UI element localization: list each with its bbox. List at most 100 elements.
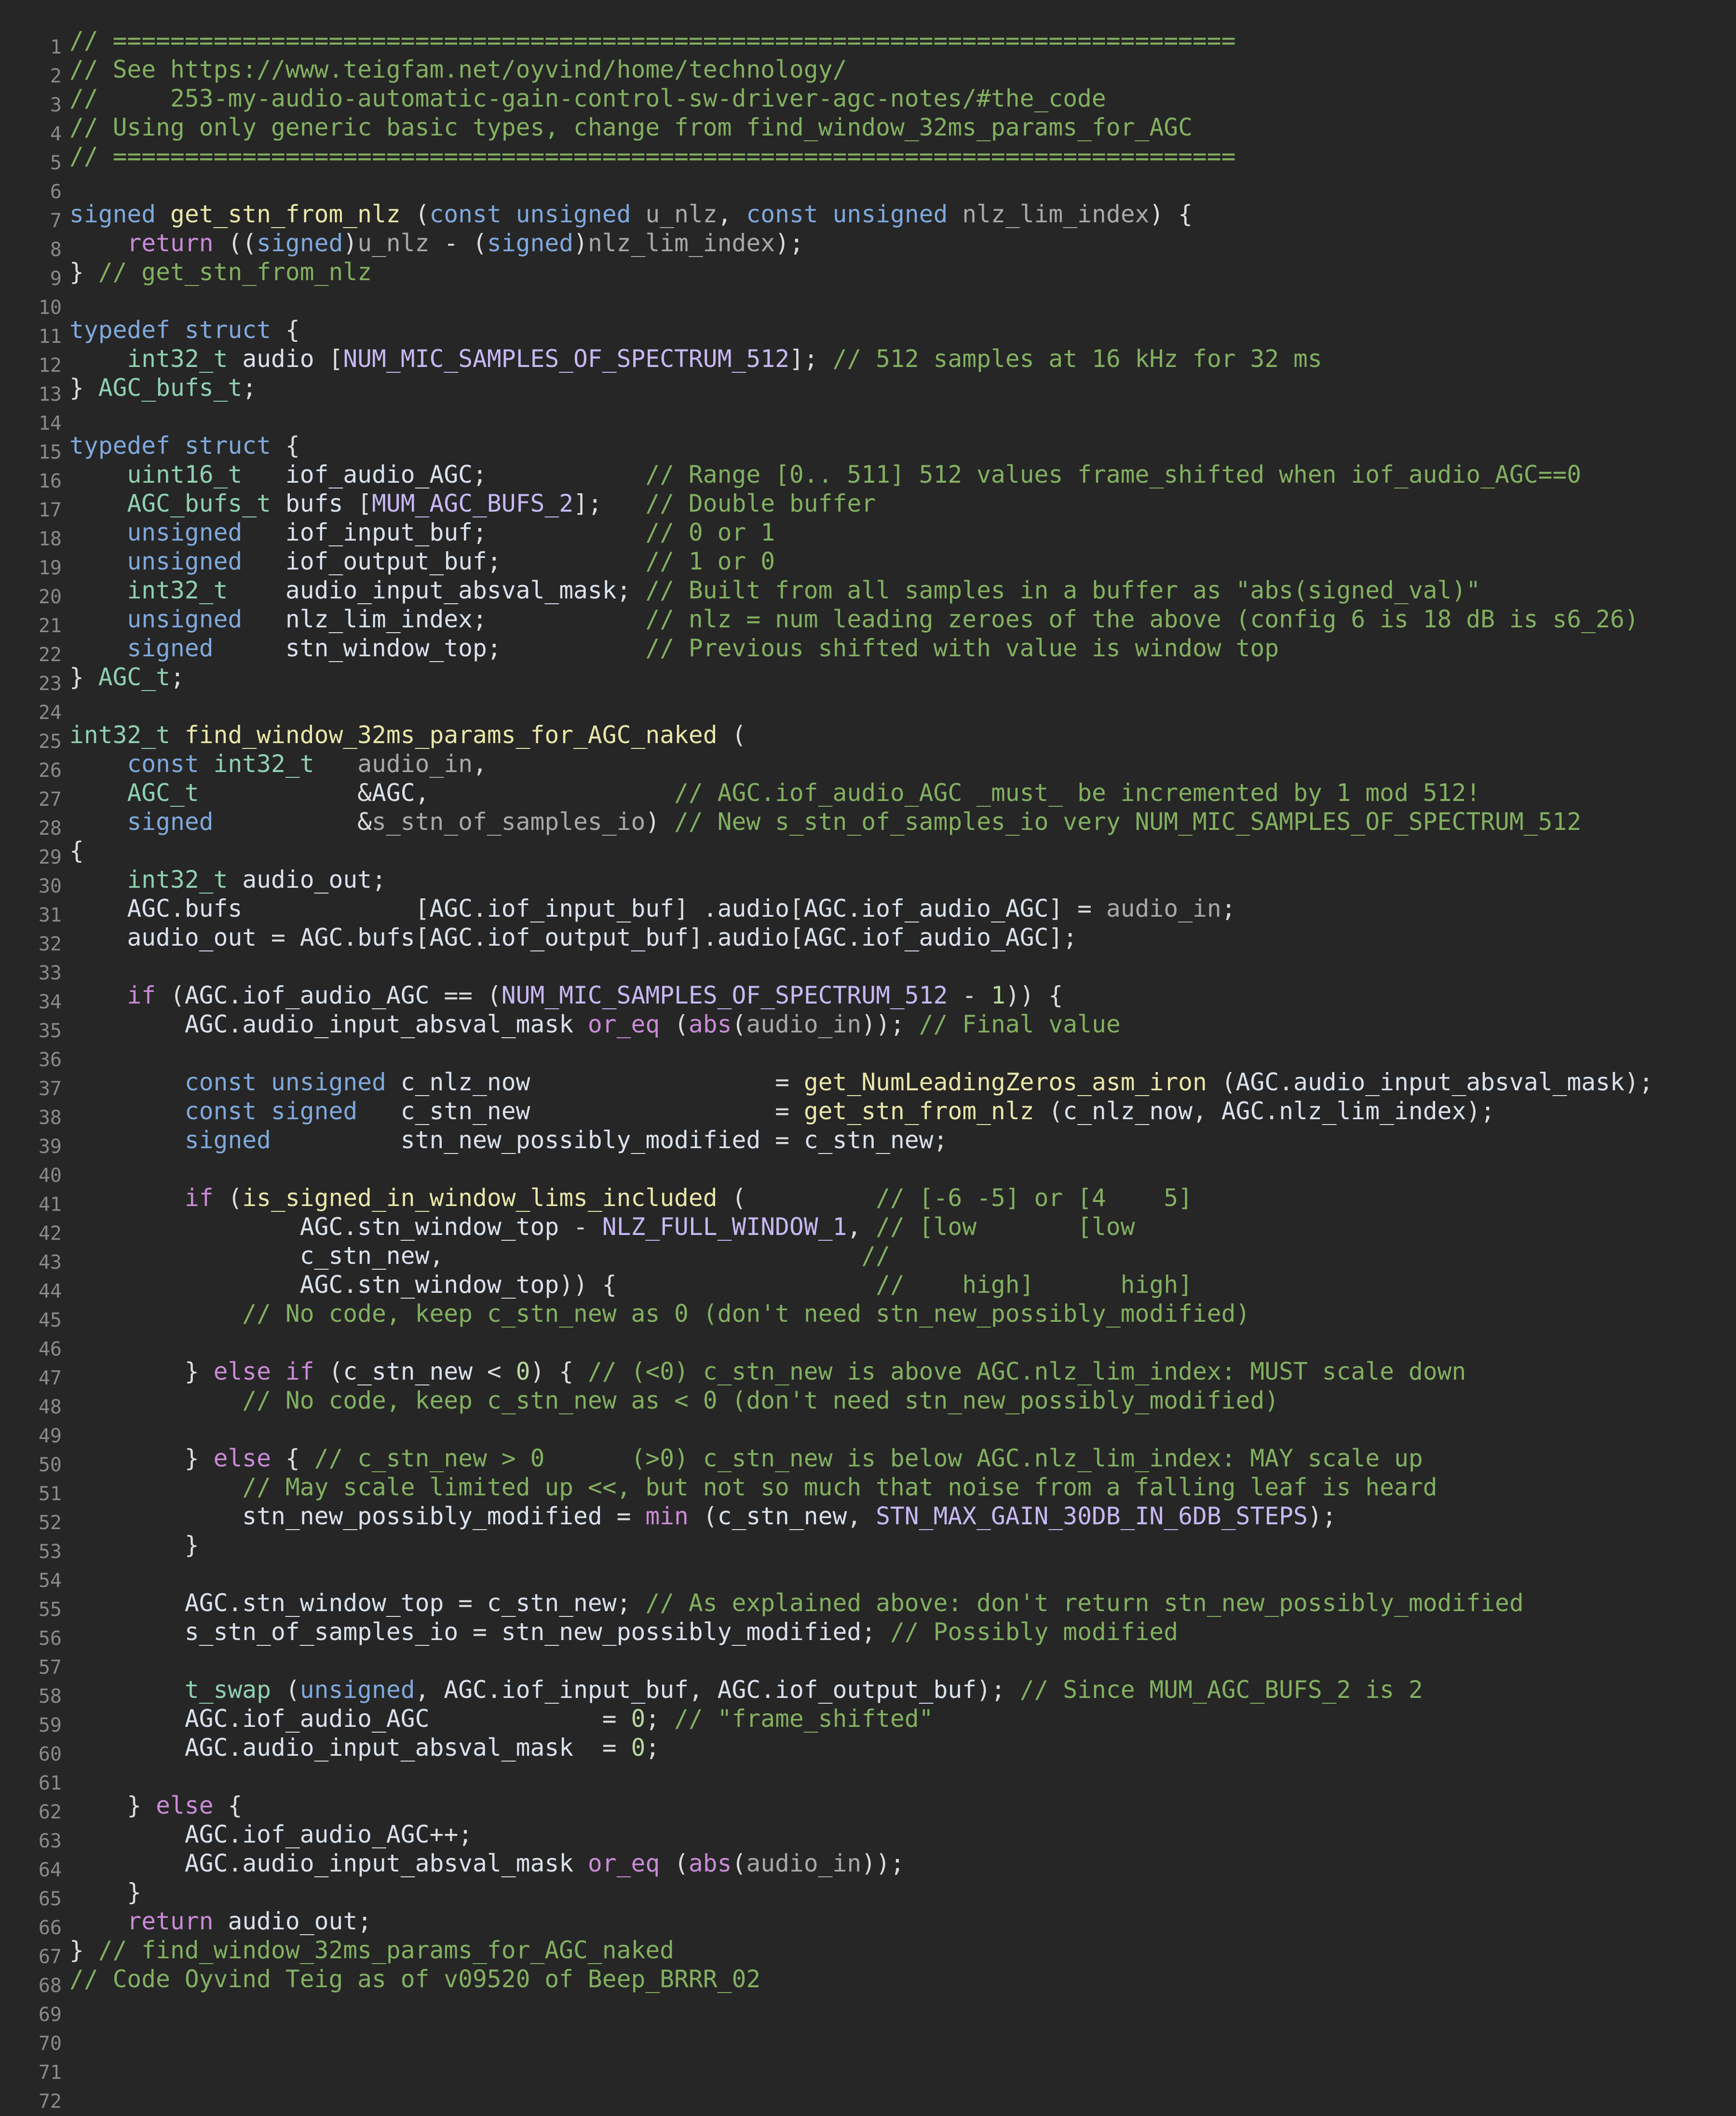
code-line[interactable]: 64 AGC.audio_input_absval_mask or_eq (ab… [0,1849,1736,1881]
text-token: . [847,895,862,922]
code-line[interactable]: 12 int32_t audio [NUM_MIC_SAMPLES_OF_SPE… [0,344,1736,377]
code-line[interactable]: 59 AGC.iof_audio_AGC = 0; // "frame_shif… [0,1704,1736,1736]
code-line[interactable]: 66 return audio_out; [0,1907,1736,1939]
code-text: int32_t audio_input_absval_mask; // Buil… [62,576,1480,605]
code-line[interactable]: 51 // May scale limited up <<, but not s… [0,1473,1736,1505]
code-line[interactable]: 54 [0,1560,1736,1592]
type-token: unsigned [271,1068,386,1096]
code-line[interactable]: 61 [0,1762,1736,1794]
code-line[interactable]: 14 [0,402,1736,434]
code-line[interactable]: 3 // 253-my-audio-automatic-gain-control-… [0,84,1736,116]
code-line[interactable]: 32 audio_out = AGC.bufs[AGC.iof_output_b… [0,923,1736,955]
code-line[interactable]: 25 int32_t find_window_32ms_params_for_AG… [0,720,1736,753]
code-line[interactable]: 71 [0,2051,1736,2084]
code-line[interactable]: 52 stn_new_possibly_modified = min (c_st… [0,1502,1736,1534]
code-line[interactable]: 53 } [0,1531,1736,1563]
code-line[interactable]: 36 [0,1039,1736,1071]
code-line[interactable]: 6 [0,171,1736,203]
code-line[interactable]: 27 AGC_t &AGC, // AGC.iof_audio_AGC _mus… [0,778,1736,811]
code-line[interactable]: 7 signed get_stn_from_nlz (const unsigned… [0,200,1736,232]
code-line[interactable]: 18 unsigned iof_input_buf; // 0 or 1 [0,518,1736,550]
code-line[interactable]: 4 // Using only generic basic types, chan… [0,113,1736,145]
code-line[interactable]: 56 s_stn_of_samples_io = stn_new_possibl… [0,1617,1736,1650]
code-line[interactable]: 21 unsigned nlz_lim_index; // nlz = num … [0,605,1736,637]
code-text: typedef struct { [62,431,300,460]
code-line[interactable]: 15 typedef struct { [0,431,1736,463]
line-number: 54 [38,1570,62,1592]
text-token: )) { [1005,981,1063,1009]
code-line[interactable]: 42 AGC.stn_window_top - NLZ_FULL_WINDOW_… [0,1212,1736,1245]
code-line[interactable]: 35 AGC.audio_input_absval_mask or_eq (ab… [0,1010,1736,1042]
code-line[interactable]: 30 int32_t audio_out; [0,865,1736,897]
code-line[interactable]: 70 [0,2022,1736,2055]
code-line[interactable]: 9} // get_stn_from_nlz [0,258,1736,290]
code-text: } else { // c_stn_new > 0 (>0) c_stn_new… [62,1444,1423,1473]
code-line[interactable]: 5 // ====================================… [0,142,1736,174]
code-line[interactable]: 41 if (is_signed_in_window_lims_included… [0,1183,1736,1216]
code-line[interactable]: 62 } else { [0,1791,1736,1823]
code-line[interactable]: 47 } else if (c_stn_new < 0) { // (<0) c… [0,1357,1736,1389]
code-line[interactable]: 28 signed &s_stn_of_samples_io) // New s… [0,807,1736,840]
code-line[interactable]: 24 [0,692,1736,724]
code-line[interactable]: 72 [0,2080,1736,2113]
code-line[interactable]: 46 [0,1328,1736,1360]
code-line[interactable]: 29 { [0,836,1736,868]
code-line[interactable]: 58 t_swap (unsigned, AGC.iof_input_buf, … [0,1675,1736,1708]
code-line[interactable]: 13} AGC_bufs_t; [0,373,1736,406]
code-line[interactable]: 48 // No code, keep c_stn_new as < 0 (do… [0,1386,1736,1418]
code-line[interactable]: 16 uint16_t iof_audio_AGC; // Range [0..… [0,460,1736,492]
code-line[interactable]: 63 AGC.iof_audio_AGC++; [0,1820,1736,1852]
comment-token: // [861,1242,890,1270]
code-line[interactable]: 50 } else { // c_stn_new > 0 (>0) c_stn_… [0,1444,1736,1476]
code-line[interactable]: 68 // Code Oyvind Teig as of v09520 of Be… [0,1965,1736,1997]
function-token: get_stn_from_nlz [803,1097,1034,1125]
code-line[interactable]: 19 unsigned iof_output_buf; // 1 or 0 [0,547,1736,579]
code-line[interactable]: 10 [0,286,1736,319]
code-line[interactable]: 33 [0,952,1736,984]
code-line[interactable]: 45 // No code, keep c_stn_new as 0 (don'… [0,1299,1736,1331]
code-line[interactable]: 26 const int32_t audio_in, [0,749,1736,782]
code-line[interactable]: 8 return ((signed)u_nlz - (signed)nlz_li… [0,229,1736,261]
code-line[interactable]: 69 [0,1994,1736,2026]
code-line[interactable]: 22 signed stn_window_top; // Previous sh… [0,634,1736,666]
code-line[interactable]: 1 // ====================================… [0,26,1736,58]
code-line[interactable]: 40 [0,1154,1736,1187]
text-token: & [213,808,372,836]
variable-token: stn_window_top [242,1589,444,1617]
code-line[interactable]: 34 if (AGC.iof_audio_AGC == (NUM_MIC_SAM… [0,981,1736,1013]
code-line[interactable]: 43 c_stn_new, // [0,1241,1736,1274]
line-number: 62 [38,1801,62,1823]
text-token: [ [789,923,804,951]
code-editor[interactable]: 1 // ====================================… [0,0,1736,2113]
text-token: = [573,1734,631,1762]
text-token: ( [314,1357,343,1385]
code-line[interactable]: 20 int32_t audio_input_absval_mask; // B… [0,576,1736,608]
line-number: 36 [38,1049,62,1071]
variable-token: iof_audio_AGC [242,1820,430,1848]
code-line[interactable]: 38 const signed c_stn_new = get_stn_from… [0,1097,1736,1129]
macro-token: MUM_AGC_BUFS_2 [372,489,574,517]
comment-token: // Code Oyvind Teig as of v09520 of Beep… [69,1965,761,1993]
code-line[interactable]: 60 AGC.audio_input_absval_mask = 0; [0,1733,1736,1765]
keyword-token: return [127,1907,214,1935]
code-line[interactable]: 31 AGC.bufs [AGC.iof_input_buf] .audio[A… [0,894,1736,926]
code-line[interactable]: 2 // See https://www.teigfam.net/oyvind/h… [0,55,1736,87]
code-line[interactable]: 55 AGC.stn_window_top = c_stn_new; // As… [0,1588,1736,1621]
code-line[interactable]: 39 signed stn_new_possibly_modified = c_… [0,1126,1736,1158]
code-line[interactable]: 11 typedef struct { [0,315,1736,348]
code-line[interactable]: 67} // find_window_32ms_params_for_AGC_n… [0,1936,1736,1968]
code-line[interactable]: 57 [0,1646,1736,1679]
code-line[interactable]: 49 [0,1415,1736,1447]
type-token: typedef [69,432,171,460]
type-token: const [127,750,199,778]
code-line[interactable]: 44 AGC.stn_window_top)) { // high] high] [0,1270,1736,1302]
code-line[interactable]: 37 const unsigned c_nlz_now = get_NumLea… [0,1068,1736,1100]
code-line[interactable]: 17 AGC_bufs_t bufs [MUM_AGC_BUFS_2]; // … [0,489,1736,521]
code-line[interactable]: 23} AGC_t; [0,663,1736,695]
line-number: 66 [38,1917,62,1939]
code-line[interactable]: 65 } [0,1878,1736,1910]
